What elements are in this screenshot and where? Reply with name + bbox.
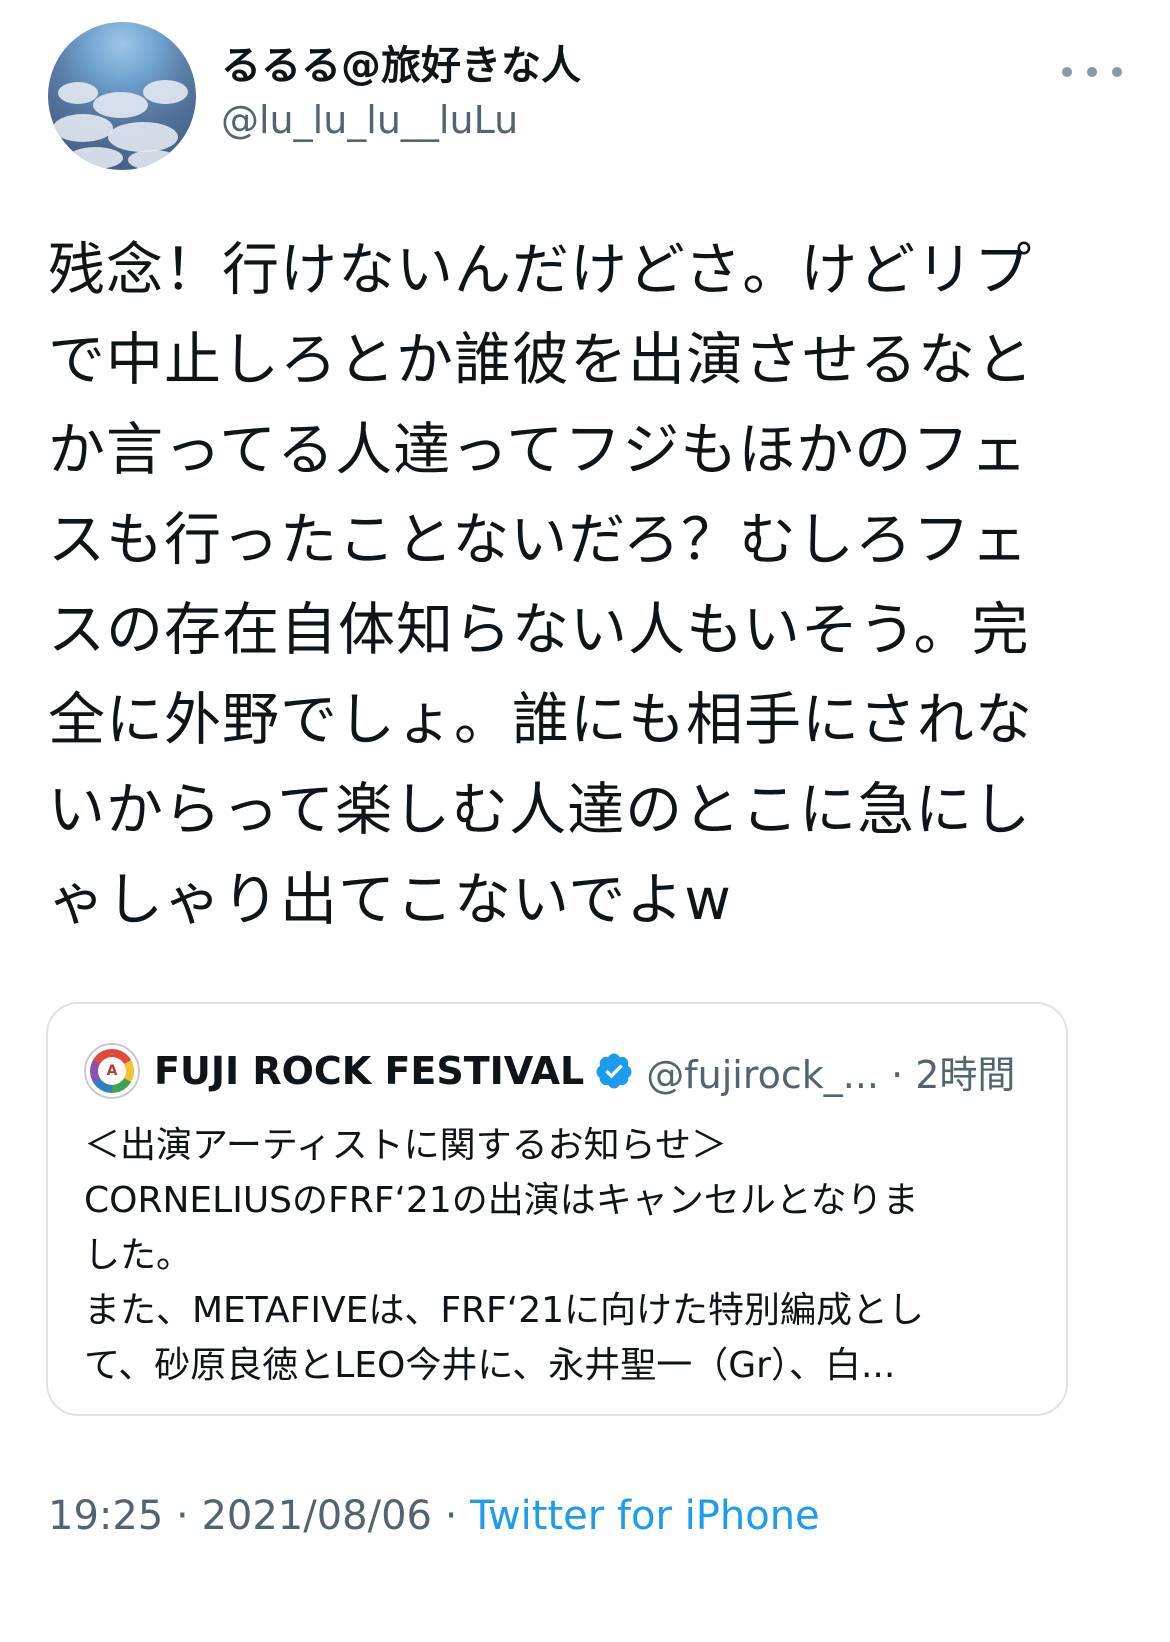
author-handle[interactable]: @lu_lu_lu__luLu bbox=[221, 92, 581, 148]
author-avatar[interactable] bbox=[48, 22, 196, 170]
more-dot bbox=[1062, 67, 1072, 77]
verified-badge-icon bbox=[596, 1053, 632, 1089]
quoted-tweet-header: A FUJI ROCK FESTIVAL @fujirock_... · 2時間 bbox=[84, 1040, 1034, 1102]
author-display-name[interactable]: るるる@旅好きな人 bbox=[221, 40, 581, 92]
author-names[interactable]: るるる@旅好きな人 @lu_lu_lu__luLu bbox=[221, 40, 581, 148]
more-dot bbox=[1087, 67, 1097, 77]
tweet-date[interactable]: 2021/08/06 bbox=[201, 1493, 432, 1539]
tweet-header: るるる@旅好きな人 @lu_lu_lu__luLu bbox=[48, 22, 1122, 172]
quoted-tweet-card[interactable]: A FUJI ROCK FESTIVAL @fujirock_... · 2時間… bbox=[46, 1002, 1068, 1416]
meta-separator: · bbox=[431, 1493, 471, 1539]
more-horizontal-icon[interactable] bbox=[1062, 60, 1122, 84]
quoted-tweet-text: ＜出演アーティストに関するお知らせ＞ CORNELIUSのFRF‘21の出演はキ… bbox=[84, 1125, 925, 1386]
meta-separator: · bbox=[163, 1493, 202, 1539]
quoted-author-avatar[interactable]: A bbox=[84, 1043, 140, 1099]
quoted-author-name[interactable]: FUJI ROCK FESTIVAL bbox=[154, 1049, 584, 1093]
quoted-handle-time: @fujirock_... · 2時間 bbox=[646, 1052, 1016, 1097]
tweet-source-link[interactable]: Twitter for iPhone bbox=[470, 1493, 820, 1539]
tweet-meta: 19:25 · 2021/08/06 · Twitter for iPhone bbox=[48, 1488, 820, 1544]
more-dot bbox=[1112, 67, 1122, 77]
tweet-time[interactable]: 19:25 bbox=[48, 1493, 163, 1539]
tweet-text: 残念！行けないんだけどさ。けどリプ で中止しろとか誰彼を出演させるなと か言って… bbox=[48, 237, 1034, 933]
